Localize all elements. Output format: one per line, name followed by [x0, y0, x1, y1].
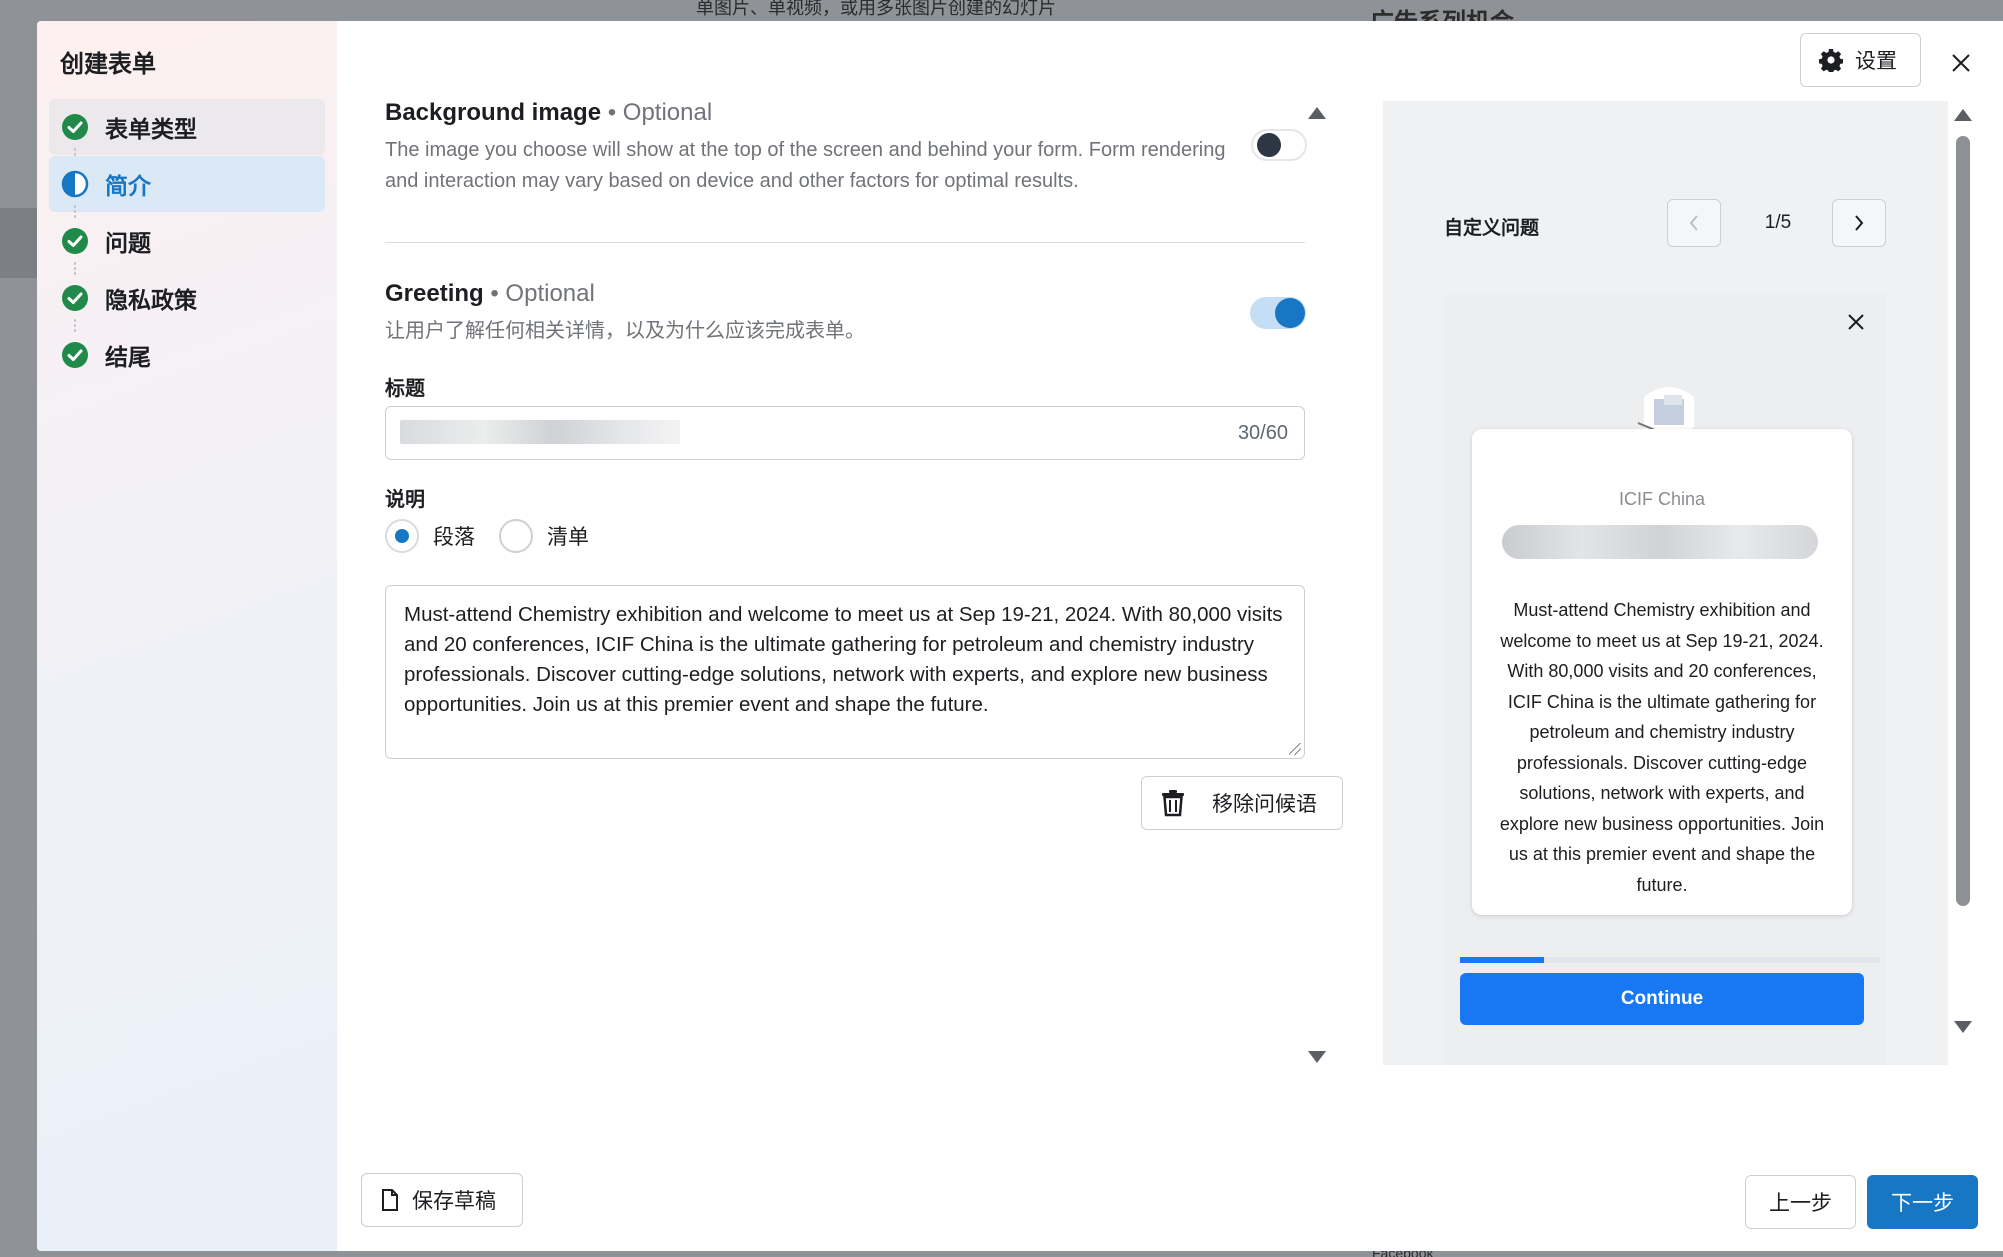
background-image-description: The image you choose will show at the to…: [385, 139, 1226, 192]
check-circle-icon: [62, 228, 88, 254]
section-title-text: Background image: [385, 99, 602, 126]
background-image-toggle[interactable]: [1251, 129, 1307, 161]
check-circle-icon: [62, 342, 88, 368]
trash-icon: [1162, 790, 1184, 817]
chevron-right-icon: [1855, 215, 1864, 231]
step-label: 结尾: [105, 344, 151, 370]
backdrop-text-top: 单图片、单视频，或用多张图片创建的幻灯片: [696, 0, 1056, 18]
description-textarea[interactable]: Must-attend Chemistry exhibition and wel…: [385, 585, 1305, 759]
create-form-modal: 创建表单 表单类型 简介 问题 隐私政策 结尾 Background image…: [37, 21, 2003, 1251]
remove-greeting-button[interactable]: 移除问候语: [1141, 776, 1343, 830]
card-headline-redacted: [1502, 525, 1818, 559]
headline-char-counter: 30/60: [1237, 422, 1288, 444]
continue-button[interactable]: Continue: [1460, 973, 1864, 1025]
intro-form: Background image • Optional The image yo…: [385, 21, 1345, 1251]
background-image-title: Background image • Optional: [385, 99, 712, 127]
radio-label-list: 清单: [547, 526, 589, 549]
section-divider: [385, 242, 1305, 243]
step-sidebar: 创建表单 表单类型 简介 问题 隐私政策 结尾: [37, 21, 337, 1251]
form-scroll-down-icon[interactable]: [1308, 1051, 1326, 1063]
headline-input[interactable]: 30/60: [385, 406, 1305, 460]
step-questions[interactable]: 问题: [49, 213, 325, 277]
description-format-group: 段落 清单: [385, 519, 613, 553]
settings-label: 设置: [1855, 50, 1897, 73]
close-icon[interactable]: [1949, 51, 1973, 75]
radio-label-paragraph: 段落: [433, 526, 475, 549]
settings-button[interactable]: 设置: [1800, 33, 1921, 87]
preview-panel: 自定义问题 1/5 ICIF China Must-attend Chemist…: [1383, 101, 1948, 1065]
toggle-knob: [1257, 133, 1281, 157]
step-form-type[interactable]: 表单类型: [49, 99, 325, 163]
resize-handle[interactable]: [1289, 743, 1301, 755]
form-scroll-up-icon[interactable]: [1308, 107, 1326, 119]
phone-preview: ICIF China Must-attend Chemistry exhibit…: [1444, 293, 1887, 1065]
intro-card: ICIF China Must-attend Chemistry exhibit…: [1472, 429, 1852, 915]
previous-step-button[interactable]: 上一步: [1745, 1175, 1856, 1229]
greeting-description: 让用户了解任何相关详情，以及为什么应该完成表单。: [385, 320, 865, 342]
headline-label: 标题: [385, 378, 425, 400]
backdrop-left-bar: [0, 208, 38, 278]
next-step-button[interactable]: 下一步: [1867, 1175, 1978, 1229]
step-label: 问题: [105, 230, 151, 256]
document-icon: [382, 1189, 398, 1211]
sidebar-title: 创建表单: [60, 51, 156, 78]
step-label: 表单类型: [105, 116, 197, 142]
card-page-name: ICIF China: [1618, 489, 1706, 509]
step-intro[interactable]: 简介: [49, 156, 325, 220]
greeting-title: Greeting • Optional: [385, 280, 595, 308]
save-draft-label: 保存草稿: [412, 1190, 496, 1213]
step-privacy-policy[interactable]: 隐私政策: [49, 270, 325, 334]
radio-paragraph[interactable]: [385, 519, 419, 553]
preview-prev-button[interactable]: [1667, 199, 1721, 247]
description-label: 说明: [385, 489, 425, 511]
preview-progress-bar: [1460, 957, 1880, 963]
progress-fill: [1460, 957, 1544, 963]
step-list: 表单类型 简介 问题 隐私政策 结尾: [49, 99, 325, 384]
preview-scroll-up-icon[interactable]: [1954, 109, 1972, 121]
radio-list[interactable]: [499, 519, 533, 553]
preview-next-button[interactable]: [1832, 199, 1886, 247]
preview-scroll-down-icon[interactable]: [1954, 1021, 1972, 1033]
optional-tag: • Optional: [490, 280, 595, 307]
description-text: Must-attend Chemistry exhibition and wel…: [404, 603, 1283, 716]
greeting-toggle[interactable]: [1250, 297, 1306, 329]
remove-greeting-label: 移除问候语: [1212, 793, 1317, 816]
check-circle-icon: [62, 285, 88, 311]
step-label: 隐私政策: [105, 287, 197, 313]
preview-title: 自定义问题: [1444, 218, 1540, 239]
gear-icon: [1819, 49, 1843, 72]
half-circle-icon: [61, 170, 89, 198]
optional-tag: • Optional: [607, 99, 713, 126]
save-draft-button[interactable]: 保存草稿: [361, 1173, 523, 1227]
close-icon[interactable]: [1845, 311, 1867, 333]
check-circle-icon: [62, 114, 88, 140]
headline-value-redacted: [400, 420, 680, 444]
step-label: 简介: [105, 173, 151, 199]
step-ending[interactable]: 结尾: [49, 327, 325, 383]
preview-scrollbar-thumb[interactable]: [1956, 136, 1970, 906]
card-description: Must-attend Chemistry exhibition and wel…: [1499, 600, 1825, 895]
chevron-left-icon: [1689, 215, 1698, 231]
section-title-text: Greeting: [385, 280, 484, 307]
toggle-knob: [1275, 298, 1305, 328]
preview-page-indicator: 1/5: [1764, 212, 1792, 233]
